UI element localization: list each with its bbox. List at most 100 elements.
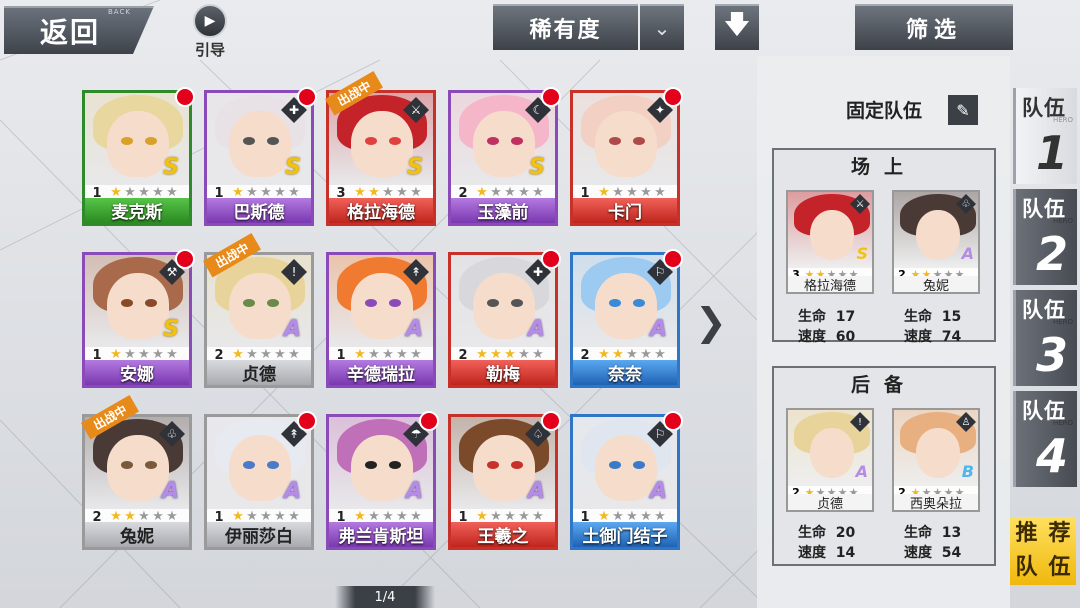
notification-dot — [175, 249, 195, 269]
hero-name: 贞德 — [207, 360, 311, 385]
move-to-team-arrow-icon: ❯ — [695, 300, 727, 344]
rarity-badge: A — [405, 317, 423, 342]
hero-card[interactable]: A ✚ 2 ★ ★ ★ ★ ★ 勒梅 — [448, 249, 561, 388]
notification-dot — [663, 87, 683, 107]
hero-card[interactable]: A ! 出战中 2 ★ ★ ★ ★ ★ 贞德 — [203, 232, 314, 388]
hero-name: 格拉海德 — [329, 198, 433, 223]
team-member-card[interactable]: ♙ B 2 ★ ★ ★ ★ ★ 西奥朵拉 — [892, 408, 980, 512]
arrow-down-icon: 🡇 — [723, 10, 751, 40]
hp-value: 15 — [941, 309, 962, 325]
team-tab-4[interactable]: 队伍 HERO 4 — [1013, 391, 1077, 487]
rarity-badge: S — [529, 155, 545, 180]
back-sub-label: BACK — [108, 8, 131, 16]
pagination: 1/4 — [335, 586, 435, 608]
hero-card[interactable]: S ✚ 1 ★ ★ ★ ★ ★ 巴斯德 — [204, 87, 317, 226]
back-button[interactable]: 返回 — [4, 6, 154, 54]
team-tab-number: 2 — [1036, 227, 1069, 281]
recommend-team-button[interactable]: 推 荐 队 伍 — [1010, 517, 1076, 585]
notification-dot — [541, 411, 561, 431]
hero-card[interactable]: ✦ 1 ★ ★ ★ ★ ★ 卡门 — [570, 87, 683, 226]
team-member-card[interactable]: ⚔ S 3 ★ ★ ★ ★ ★ 格拉海德 — [786, 190, 874, 294]
hero-name: 麦克斯 — [85, 198, 189, 223]
hero-name: 王羲之 — [451, 522, 555, 547]
team-tab-2[interactable]: 队伍 HERO 2 — [1013, 189, 1077, 285]
recommend-char: 伍 — [1048, 555, 1071, 580]
hero-name: 勒梅 — [451, 360, 555, 385]
team-tab-hero: HERO — [1052, 318, 1073, 326]
sort-label: 稀有度 — [529, 18, 602, 43]
recommend-char: 荐 — [1048, 521, 1071, 546]
back-label: 返回 — [40, 16, 101, 49]
speed-label: 速度 — [904, 329, 932, 345]
rarity-badge: A — [405, 479, 423, 504]
rarity-badge: S — [407, 155, 423, 180]
hero-name: 兔妮 — [894, 276, 978, 294]
hero-name: 西奥朵拉 — [894, 494, 978, 512]
hp-value: 17 — [835, 309, 856, 325]
hero-name: 贞德 — [788, 494, 872, 512]
team-tab-hero: HERO — [1052, 419, 1073, 427]
hp-value: 20 — [835, 525, 856, 541]
filter-label: 筛选 — [905, 18, 962, 43]
hero-card[interactable]: A ♧ 出战中 2 ★ ★ ★ ★ ★ 兔妮 — [81, 394, 192, 550]
rarity-badge: A — [649, 317, 667, 342]
rarity-badge: A — [283, 479, 301, 504]
rarity-badge: A — [527, 317, 545, 342]
hero-card[interactable]: A ♤ 1 ★ ★ ★ ★ ★ 王羲之 — [448, 411, 561, 550]
hero-stats: 生命 20 速度 14 — [798, 522, 855, 562]
hero-name: 伊丽莎白 — [207, 522, 311, 547]
hero-card[interactable]: S ⚔ 出战中 3 ★ ★ ★ ★ ★ 格拉海德 — [325, 70, 436, 226]
team-tab-number: 4 — [1036, 429, 1069, 483]
hp-label: 生命 — [798, 525, 826, 541]
hero-card[interactable]: A ↟ 1 ★ ★ ★ ★ ★ 伊丽莎白 — [204, 411, 317, 550]
team-tab-1[interactable]: 队伍 HERO 1 — [1013, 88, 1077, 184]
speed-label: 速度 — [798, 329, 826, 345]
onfield-title: 场上 — [850, 156, 917, 178]
team-member-card[interactable]: ! A 2 ★ ★ ★ ★ ★ 贞德 — [786, 408, 874, 512]
play-icon: ▶ — [193, 4, 227, 38]
speed-value: 74 — [941, 329, 962, 345]
speed-label: 速度 — [798, 545, 826, 561]
filter-button[interactable]: 筛选 — [855, 4, 1013, 50]
hp-label: 生命 — [904, 525, 932, 541]
hero-name: 巴斯德 — [207, 198, 311, 223]
hero-card[interactable]: S 1 ★ ★ ★ ★ ★ 麦克斯 — [82, 87, 195, 226]
hero-card[interactable]: S ⚒ 1 ★ ★ ★ ★ ★ 安娜 — [82, 249, 195, 388]
hp-label: 生命 — [904, 309, 932, 325]
hero-card[interactable]: A ⚐ 1 ★ ★ ★ ★ ★ 土御门结子 — [570, 411, 683, 550]
recommend-char: 队 — [1015, 555, 1038, 580]
rarity-badge: A — [961, 244, 974, 263]
rarity-badge: A — [161, 479, 179, 504]
rarity-badge: S — [285, 155, 301, 180]
hero-name: 安娜 — [85, 360, 189, 385]
team-tab-hero: HERO — [1052, 217, 1073, 225]
speed-value: 14 — [835, 545, 856, 561]
notification-dot — [663, 249, 683, 269]
edit-team-button[interactable]: ✎ — [948, 95, 978, 125]
rarity-badge: B — [961, 462, 974, 481]
hero-name: 辛德瑞拉 — [329, 360, 433, 385]
hero-card[interactable]: A ↟ 1 ★ ★ ★ ★ ★ 辛德瑞拉 — [326, 252, 436, 388]
hero-card[interactable]: A ⚐ 2 ★ ★ ★ ★ ★ 奈奈 — [570, 249, 683, 388]
team-tab-number: 3 — [1036, 328, 1069, 382]
hero-stats: 生命 15 速度 74 — [904, 306, 961, 346]
team-tab-3[interactable]: 队伍 HERO 3 — [1013, 290, 1077, 386]
guide-label: 引导 — [194, 41, 225, 59]
hero-card[interactable]: A ☂ 1 ★ ★ ★ ★ ★ 弗兰肯斯坦 — [326, 411, 439, 550]
sort-rarity-button[interactable]: 稀有度 — [493, 4, 638, 50]
notification-dot — [663, 411, 683, 431]
reserve-title: 后备 — [850, 374, 917, 396]
team-member-card[interactable]: ♧ A 2 ★ ★ ★ ★ ★ 兔妮 — [892, 190, 980, 294]
guide-button[interactable]: ▶ 引导 — [188, 4, 232, 59]
hero-card[interactable]: S ☾ 2 ★ ★ ★ ★ ★ 玉藻前 — [448, 87, 561, 226]
pencil-icon: ✎ — [956, 100, 970, 120]
scroll-down-button[interactable]: 🡇 — [715, 4, 759, 50]
notification-dot — [541, 87, 561, 107]
team-tab-hero: HERO — [1052, 116, 1073, 124]
hero-stats: 生命 13 速度 54 — [904, 522, 961, 562]
hero-stats: 生命 17 速度 60 — [798, 306, 855, 346]
rarity-badge: S — [163, 317, 179, 342]
notification-dot — [297, 87, 317, 107]
sort-order-button[interactable]: ⌄ — [640, 4, 684, 50]
hp-label: 生命 — [798, 309, 826, 325]
